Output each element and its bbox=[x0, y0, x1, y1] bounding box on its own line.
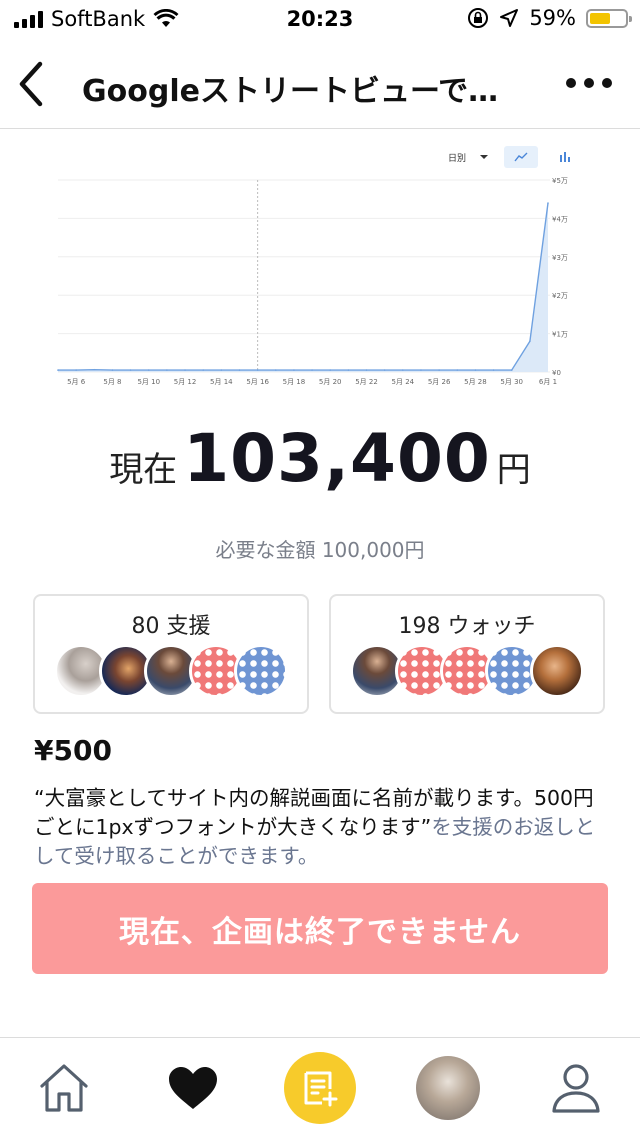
data-point bbox=[238, 369, 241, 371]
orientation-lock-icon bbox=[468, 8, 489, 28]
more-dots-icon bbox=[566, 78, 576, 88]
data-point bbox=[383, 369, 386, 371]
watcher-avatars bbox=[331, 644, 603, 698]
tab-bar bbox=[0, 1037, 640, 1137]
more-button[interactable] bbox=[566, 78, 612, 88]
data-point bbox=[547, 202, 549, 204]
y-tick-label: ¥3万 bbox=[552, 254, 568, 262]
battery-percent: 59% bbox=[529, 6, 576, 30]
data-point bbox=[510, 369, 513, 371]
current-amount: 現在103,400 円 bbox=[0, 420, 640, 497]
data-point bbox=[456, 369, 459, 371]
data-point bbox=[93, 368, 96, 371]
series-line bbox=[58, 202, 549, 371]
data-point bbox=[129, 369, 132, 371]
x-tick-label: 5月 26 bbox=[428, 378, 451, 386]
avatar[interactable] bbox=[234, 644, 288, 698]
required-amount: 必要な金額 100,000円 bbox=[215, 538, 425, 562]
status-bar: SoftBank 20:23 59% bbox=[0, 0, 640, 40]
more-dot bbox=[602, 78, 612, 88]
x-tick-label: 5月 10 bbox=[137, 378, 160, 386]
amount-value: 103,400 bbox=[183, 420, 491, 497]
x-tick-label: 5月 22 bbox=[355, 378, 378, 386]
watchers-count: 198 ウォッチ bbox=[398, 614, 536, 639]
battery-icon bbox=[586, 8, 632, 28]
heart-icon bbox=[169, 1067, 217, 1109]
data-point bbox=[147, 369, 150, 371]
x-tick-label: 5月 30 bbox=[500, 378, 523, 386]
tab-favorites[interactable] bbox=[161, 1056, 225, 1120]
series-area bbox=[58, 203, 548, 372]
data-point bbox=[420, 369, 422, 371]
tab-profile[interactable] bbox=[544, 1056, 608, 1120]
supporters-count: 80 支援 bbox=[131, 614, 211, 639]
reward-description: “大富豪としてサイト内の解説画面に名前が載ります。500円ごとに1pxずつフォン… bbox=[34, 784, 614, 871]
data-point bbox=[111, 369, 114, 371]
page-title: Googleストリートビューで… bbox=[82, 74, 499, 109]
data-point bbox=[220, 369, 223, 371]
data-point bbox=[75, 369, 77, 371]
x-tick-label: 5月 16 bbox=[246, 378, 269, 386]
x-tick-label: 6月 1 bbox=[539, 378, 557, 386]
end-project-button[interactable]: 現在、企画は終了できません bbox=[32, 883, 608, 974]
watchers-box[interactable]: 198 ウォッチ bbox=[329, 594, 605, 714]
x-tick-label: 5月 18 bbox=[283, 378, 306, 386]
data-point bbox=[365, 369, 368, 371]
data-point bbox=[329, 369, 332, 371]
data-point bbox=[311, 369, 313, 371]
avatar[interactable] bbox=[530, 644, 584, 698]
amount-prefix: 現在 bbox=[109, 450, 178, 490]
supporter-avatars bbox=[35, 644, 307, 698]
back-button[interactable] bbox=[14, 60, 54, 108]
y-tick-label: ¥5万 bbox=[552, 177, 568, 185]
chevron-left-icon bbox=[19, 61, 43, 107]
y-tick-label: ¥4万 bbox=[552, 215, 568, 223]
data-point bbox=[347, 369, 350, 371]
home-icon bbox=[40, 1064, 88, 1112]
data-point bbox=[166, 369, 168, 371]
reward-price: ¥500 bbox=[34, 734, 112, 767]
x-tick-label: 5月 20 bbox=[319, 378, 342, 386]
data-point bbox=[529, 340, 531, 343]
data-point bbox=[402, 369, 404, 371]
status-right: 59% bbox=[467, 6, 632, 30]
more-dot bbox=[584, 78, 594, 88]
tab-home[interactable] bbox=[32, 1056, 96, 1120]
data-point bbox=[202, 369, 204, 371]
data-point bbox=[492, 369, 495, 371]
data-point bbox=[256, 369, 259, 371]
nav-bar: Googleストリートビューで… bbox=[0, 40, 640, 129]
profile-icon bbox=[552, 1064, 600, 1113]
chart-plot: ¥0 ¥1万 ¥2万 ¥3万 ¥4万 ¥5万 5月 6 5月 8 5月 10 5月 12 5月 14… bbox=[57, 177, 568, 386]
x-tick-label: 5月 8 bbox=[103, 378, 121, 386]
x-tick-label: 5月 14 bbox=[210, 378, 233, 386]
compose-icon bbox=[304, 1071, 338, 1107]
data-point bbox=[274, 369, 277, 371]
x-tick-label: 5月 6 bbox=[67, 378, 86, 386]
x-tick-label: 5月 28 bbox=[464, 378, 487, 386]
data-point bbox=[57, 369, 59, 371]
tab-compose[interactable] bbox=[284, 1052, 356, 1124]
supporters-box[interactable]: 80 支援 bbox=[33, 594, 309, 714]
data-point bbox=[438, 369, 440, 371]
y-tick-label: ¥0 bbox=[552, 369, 561, 377]
amount-suffix: 円 bbox=[496, 450, 531, 490]
x-tick-label: 5月 24 bbox=[392, 378, 415, 386]
user-avatar[interactable] bbox=[416, 1056, 480, 1120]
data-point bbox=[184, 369, 186, 371]
data-point bbox=[474, 369, 477, 371]
data-point bbox=[293, 369, 295, 371]
location-icon bbox=[500, 9, 519, 27]
x-tick-label: 5月 12 bbox=[174, 378, 197, 386]
funding-chart: 日別 ¥0 ¥1万 ¥2万 ¥3万 ¥4万 ¥5万 5月 6 5月 8 5月 10 5月 12 5月… bbox=[38, 140, 602, 390]
y-tick-label: ¥2万 bbox=[552, 292, 568, 300]
y-tick-label: ¥1万 bbox=[552, 331, 568, 339]
